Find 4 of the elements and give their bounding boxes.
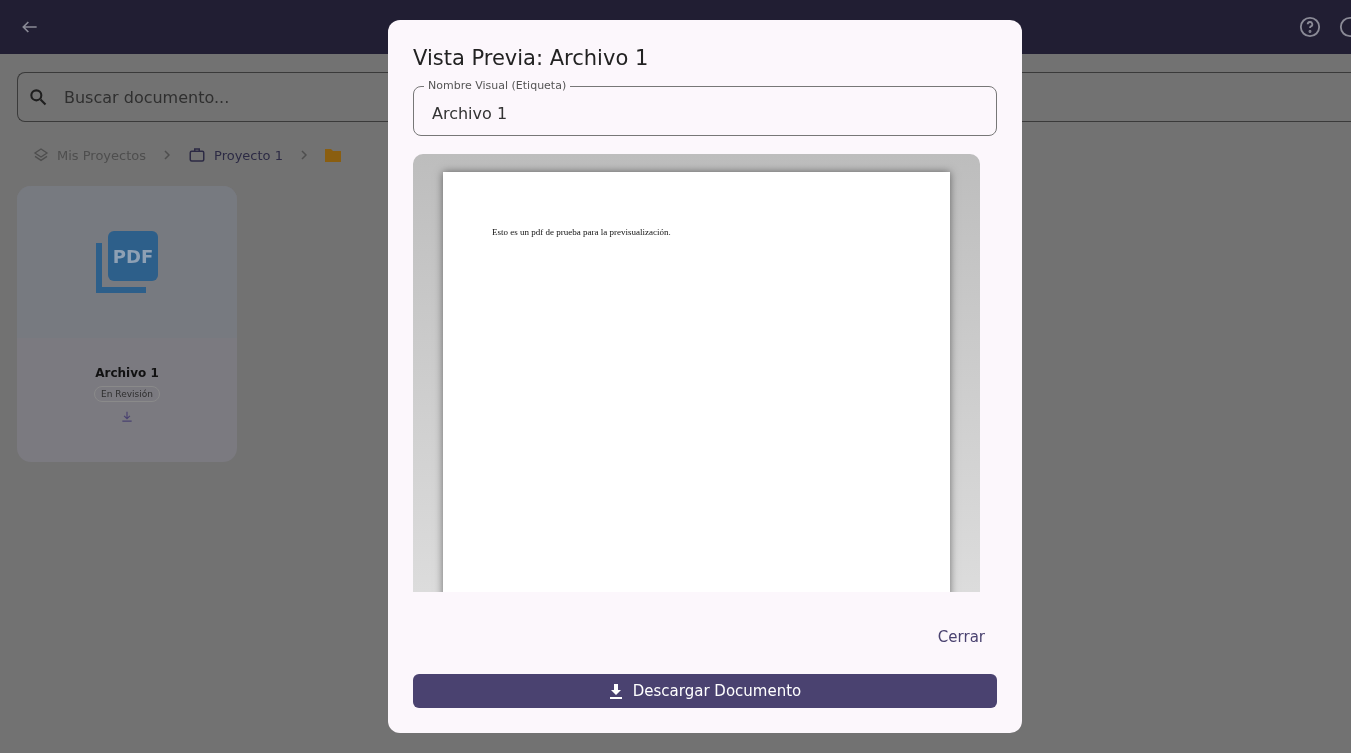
document-name: Archivo 1 [95, 366, 159, 380]
field-label: Nombre Visual (Etiqueta) [427, 80, 568, 92]
dialog-title: Vista Previa: Archivo 1 [413, 46, 650, 70]
pdf-text: Esto es un pdf de prueba para la previsualización. [492, 226, 671, 237]
